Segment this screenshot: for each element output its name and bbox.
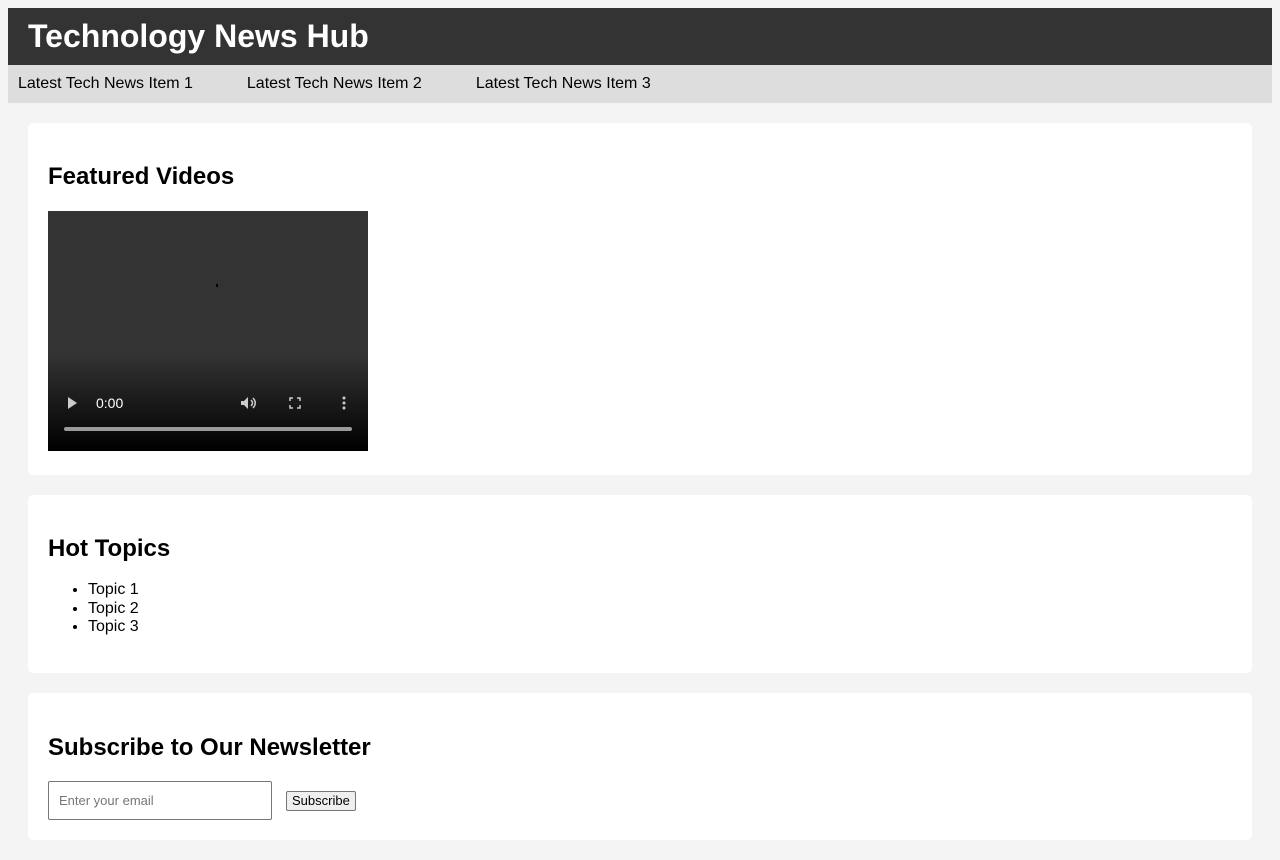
page: Technology News Hub Latest Tech News Ite… (0, 0, 1280, 860)
fullscreen-icon[interactable] (289, 397, 301, 409)
list-item: Topic 3 (88, 618, 139, 637)
topic-list: Topic 1 Topic 2 Topic 3 (48, 581, 139, 637)
video-time: 0:00 (96, 395, 124, 411)
video-player[interactable]: 0:00 (48, 211, 368, 451)
more-options-icon[interactable] (342, 396, 346, 410)
ticker-item[interactable]: Latest Tech News Item 3 (476, 75, 651, 93)
site-title: Technology News Hub (28, 18, 369, 54)
hot-topics-section: Hot Topics Topic 1 Topic 2 Topic 3 (28, 495, 1252, 673)
list-item: Topic 1 (88, 581, 139, 600)
section-heading: Hot Topics (48, 535, 171, 562)
list-item: Topic 2 (88, 600, 139, 619)
play-icon[interactable] (68, 397, 77, 409)
featured-videos-section: Featured Videos 0:00 (28, 123, 1252, 475)
section-heading: Featured Videos (48, 163, 235, 190)
site-header: Technology News Hub (8, 8, 1272, 65)
video-progress-bar[interactable] (64, 427, 352, 431)
ticker-item[interactable]: Latest Tech News Item 2 (247, 75, 422, 93)
ticker-item[interactable]: Latest Tech News Item 1 (18, 75, 193, 93)
section-heading: Subscribe to Our Newsletter (48, 734, 371, 761)
email-field[interactable] (48, 781, 272, 820)
volume-icon[interactable] (240, 396, 258, 410)
video-frame (216, 284, 218, 287)
video-controls: 0:00 (48, 387, 368, 423)
newsletter-section: Subscribe to Our Newsletter Subscribe (28, 693, 1252, 840)
subscribe-button[interactable]: Subscribe (286, 791, 356, 811)
news-ticker: Latest Tech News Item 1 Latest Tech News… (8, 65, 1272, 103)
